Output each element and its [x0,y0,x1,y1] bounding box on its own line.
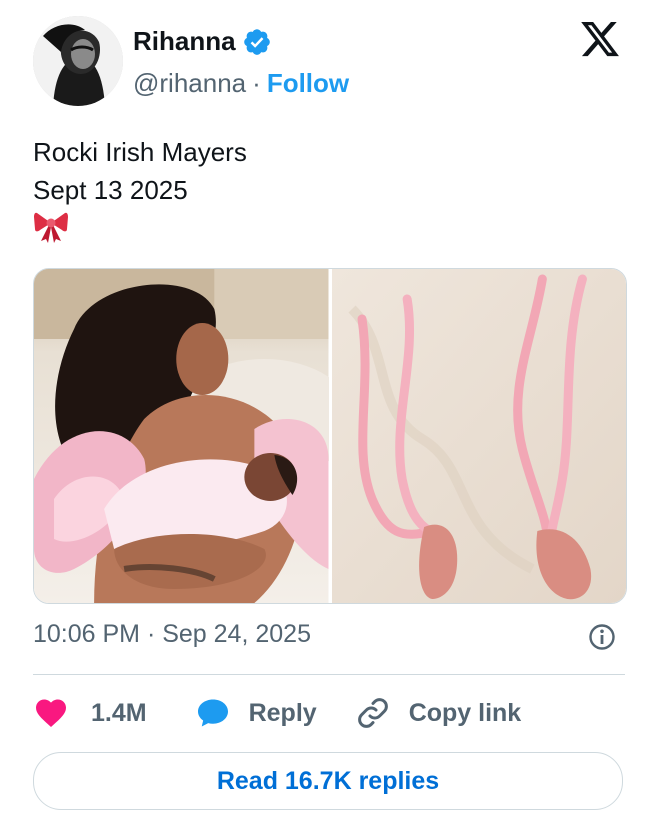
tweet-text: Rocki Irish Mayers Sept 13 2025 [33,133,247,209]
ribbon-icon [33,207,69,243]
tweet-text-line: Rocki Irish Mayers [33,137,247,167]
speech-bubble-icon [197,699,228,727]
divider [33,674,625,675]
like-button[interactable]: 1.4M [33,695,147,731]
read-replies-button[interactable]: Read 16.7K replies [33,752,623,810]
tweet-timestamp[interactable]: 10:06 PM · Sep 24, 2025 [33,620,311,649]
photo-mother-and-newborn[interactable] [34,269,329,603]
media-grid [33,268,627,604]
info-icon[interactable] [588,623,616,651]
x-logo-icon[interactable] [578,18,622,60]
avatar-image [33,16,123,106]
tweet-actions: 1.4M Reply Copy link [33,693,521,733]
author-handle-row: @rihanna · Follow [133,68,349,99]
photo-pink-ribbons-booties[interactable] [331,269,626,603]
reply-button[interactable]: Reply [195,695,317,731]
tweet-embed-card: Rihanna @rihanna · Follow Rocki Irish Ma… [0,0,651,840]
tweet-text-line: Sept 13 2025 [33,175,188,205]
verified-badge-icon [242,27,272,57]
author-name[interactable]: Rihanna [133,26,236,57]
avatar[interactable] [33,16,123,106]
follow-button[interactable]: Follow [267,68,349,99]
author-name-row: Rihanna [133,26,272,57]
copy-link-label: Copy link [408,698,522,727]
copy-link-button[interactable]: Copy link [355,695,522,731]
heart-icon [36,699,66,728]
reply-label: Reply [248,698,317,727]
separator-dot: · [252,68,261,98]
author-handle[interactable]: @rihanna [133,68,246,99]
like-count: 1.4M [91,698,147,727]
link-icon [357,698,388,728]
